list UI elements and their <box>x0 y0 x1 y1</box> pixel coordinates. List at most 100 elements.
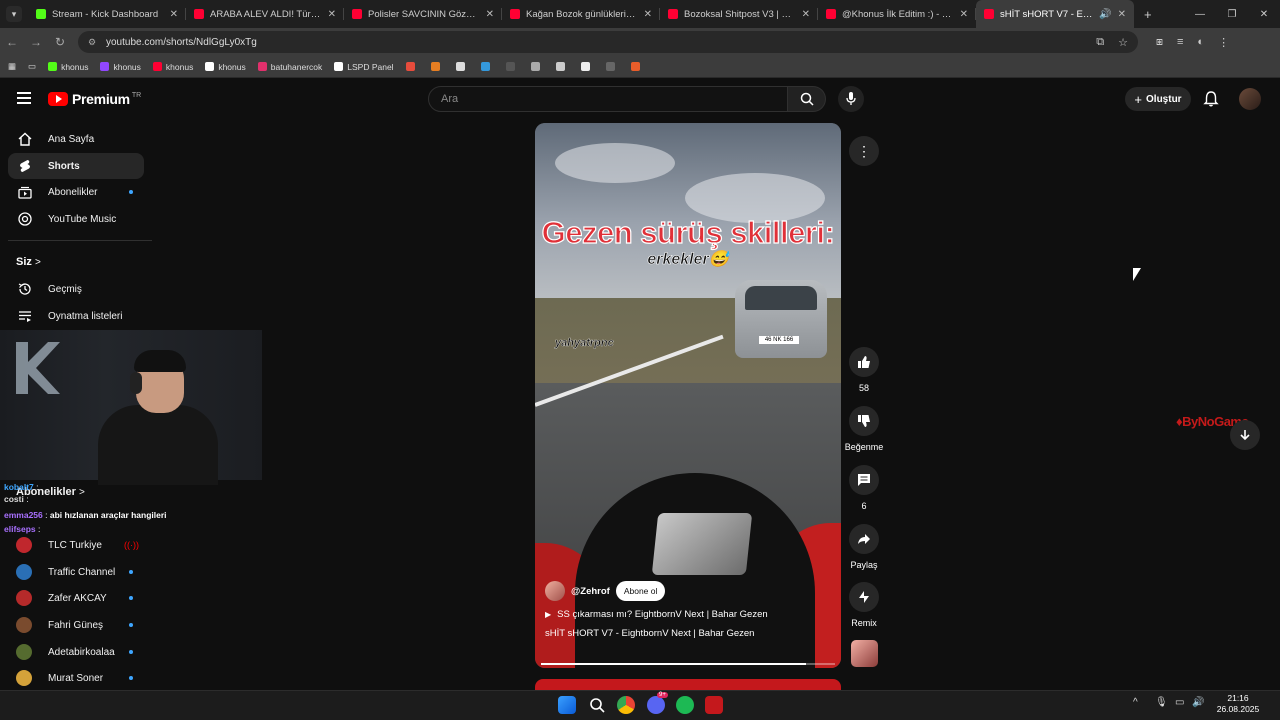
bookmark-icon-7[interactable] <box>555 62 569 71</box>
like-button[interactable]: 58 <box>849 347 879 393</box>
browser-tab[interactable]: @Khonus İlk Editim :) - YouTub ✕ <box>818 0 976 28</box>
bookmark-item[interactable]: khonus <box>48 62 88 72</box>
bookmark-icon-6[interactable] <box>530 62 544 71</box>
bookmark-item[interactable]: khonus <box>205 62 246 72</box>
new-tab-button[interactable]: + <box>1144 7 1152 22</box>
back-icon[interactable]: ← <box>0 35 24 49</box>
profile-icon[interactable]: ◐ <box>1197 36 1204 49</box>
bookmark-icon-5[interactable] <box>505 62 519 71</box>
bookmark-item[interactable]: khonus <box>152 62 193 72</box>
browser-tab[interactable]: sHİT sHORT V7 - Eightborn 🔊 ✕ <box>976 0 1134 28</box>
bookmark-icon-4[interactable] <box>480 62 494 71</box>
create-button[interactable]: + Oluştur <box>1125 87 1191 111</box>
notifications-bell-icon[interactable] <box>1202 90 1220 108</box>
search-button[interactable] <box>788 86 826 112</box>
bookmark-icon-1[interactable] <box>405 62 419 71</box>
apps-icon[interactable]: ▦ <box>8 61 16 72</box>
short-video-player[interactable]: 46 NK 166 Gezen sürüş skilleri: erkekler… <box>535 123 841 668</box>
maximize-icon[interactable]: ❐ <box>1216 9 1248 20</box>
voice-search-button[interactable] <box>838 86 864 112</box>
sidebar-item-playlists[interactable]: Oynatma listeleri <box>8 303 144 329</box>
bookmark-item[interactable]: LSPD Panel <box>334 62 394 72</box>
tab-close-icon[interactable]: ✕ <box>1118 9 1126 20</box>
chrome-taskbar-icon[interactable] <box>617 696 635 714</box>
browser-tab[interactable]: Stream - Kick Dashboard ✕ <box>28 0 186 28</box>
folder-icon[interactable]: ▭ <box>28 61 36 72</box>
more-options-button[interactable]: ⋮ <box>849 136 879 166</box>
bookmark-icon-3[interactable] <box>455 62 469 71</box>
tray-mic-icon[interactable]: 🎙 <box>1155 697 1168 708</box>
sidebar-item-youtube-music[interactable]: YouTube Music <box>8 206 144 232</box>
next-short-button[interactable] <box>1230 420 1260 450</box>
tab-close-icon[interactable]: ✕ <box>960 9 968 20</box>
taskbar-search-icon[interactable] <box>588 696 606 714</box>
reload-icon[interactable]: ↻ <box>48 35 72 49</box>
tab-search-icon[interactable]: ▾ <box>6 6 22 22</box>
tab-close-icon[interactable]: ✕ <box>644 9 652 20</box>
chat-username: costi <box>4 494 24 504</box>
windows-start-icon[interactable] <box>558 696 576 714</box>
extensions-icon[interactable]: ⧆ <box>1156 36 1163 49</box>
tab-close-icon[interactable]: ✕ <box>486 9 494 20</box>
subscription-channel[interactable]: Fahri Güneş <box>16 615 133 635</box>
browser-tab[interactable]: Polisler SAVCININ Gözünün Ya ✕ <box>344 0 502 28</box>
chrome-menu-icon[interactable]: ⋮ <box>1218 36 1229 49</box>
bookmark-favicon-icon <box>152 62 162 71</box>
video-progress-bar[interactable] <box>541 663 835 665</box>
media-controls-icon[interactable]: ≡ <box>1177 36 1183 49</box>
forward-icon[interactable]: → <box>24 35 48 49</box>
minimize-icon[interactable]: — <box>1184 9 1216 20</box>
search-input[interactable]: Ara <box>428 86 788 112</box>
tab-close-icon[interactable]: ✕ <box>328 9 336 20</box>
tab-close-icon[interactable]: ✕ <box>170 9 178 20</box>
share-button[interactable]: Paylaş <box>849 524 879 570</box>
tray-overflow-icon[interactable]: ^ <box>1133 697 1138 708</box>
tab-audio-icon[interactable]: 🔊 <box>1099 9 1111 20</box>
url-bar[interactable]: ⚙ youtube.com/shorts/NdlGgLy0xTg ⧉ ☆ <box>78 31 1138 53</box>
subscription-channel[interactable]: TLC Turkiye ((·)) <box>16 535 139 555</box>
channel-avatar[interactable] <box>545 581 565 601</box>
close-window-icon[interactable]: ✕ <box>1248 9 1280 20</box>
subscription-channel[interactable]: Murat Soner <box>16 668 133 688</box>
sidebar-item-shorts[interactable]: Shorts <box>8 153 144 179</box>
bookmark-item[interactable]: khonus <box>100 62 141 72</box>
taskbar-clock[interactable]: 21:16 26.08.2025 <box>1210 693 1266 715</box>
cast-icon[interactable]: ⧉ <box>1096 36 1104 49</box>
tray-volume-icon[interactable]: 🔊 <box>1192 697 1204 708</box>
comments-button[interactable]: 6 <box>849 465 879 511</box>
subscription-channel[interactable]: Traffic Channel <box>16 562 133 582</box>
site-info-icon[interactable]: ⚙ <box>88 37 100 48</box>
bookmark-icon-10[interactable] <box>630 62 644 71</box>
browser-tab[interactable]: Kağan Bozok günlükleri 3 #eigh ✕ <box>502 0 660 28</box>
bookmark-icon-8[interactable] <box>580 62 594 71</box>
spotify-taskbar-icon[interactable] <box>676 696 694 714</box>
short-title[interactable]: sHİT sHORT V7 - EightbornV Next | Bahar … <box>545 628 835 639</box>
tab-title: Stream - Kick Dashboard <box>52 8 159 20</box>
remix-button[interactable]: Remix <box>849 582 879 628</box>
you-section-header[interactable]: Siz > <box>16 256 41 268</box>
guide-menu-icon[interactable] <box>17 92 31 104</box>
bookmark-star-icon[interactable]: ☆ <box>1118 36 1128 49</box>
tray-network-icon[interactable]: ▭ <box>1175 697 1184 708</box>
account-avatar[interactable] <box>1239 88 1261 110</box>
video-overlay-title: Gezen sürüş skilleri: <box>541 214 835 250</box>
music-link[interactable]: ▶ SS çıkarması mı? EightbornV Next | Baha… <box>545 609 835 620</box>
browser-tab[interactable]: Bozoksal Shitpost V3 | Eightbor ✕ <box>660 0 818 28</box>
channel-name[interactable]: @Zehrof <box>571 586 610 597</box>
bookmark-icon-2[interactable] <box>430 62 444 71</box>
dislike-button[interactable]: Beğenme <box>845 406 883 452</box>
sidebar-item-ana-sayfa[interactable]: Ana Sayfa <box>8 126 144 152</box>
discord-taskbar-icon[interactable] <box>647 696 665 714</box>
sidebar-item-history[interactable]: Geçmiş <box>8 276 144 302</box>
subscribe-button[interactable]: Abone ol <box>615 581 666 601</box>
sidebar-item-abonelikler[interactable]: Abonelikler <box>8 179 144 205</box>
app-taskbar-icon[interactable] <box>705 696 723 714</box>
browser-tab[interactable]: ARABA ALEV ALDI! Türkiye'de Y ✕ <box>186 0 344 28</box>
bookmark-icon-9[interactable] <box>605 62 619 71</box>
bookmark-item[interactable]: batuhanercok <box>257 62 322 72</box>
sound-thumbnail[interactable] <box>851 640 878 667</box>
tab-close-icon[interactable]: ✕ <box>802 9 810 20</box>
youtube-premium-logo[interactable]: Premium TR <box>48 91 141 107</box>
subscription-channel[interactable]: Zafer AKCAY <box>16 588 133 608</box>
subscription-channel[interactable]: Adetabirkoalaa <box>16 642 133 662</box>
